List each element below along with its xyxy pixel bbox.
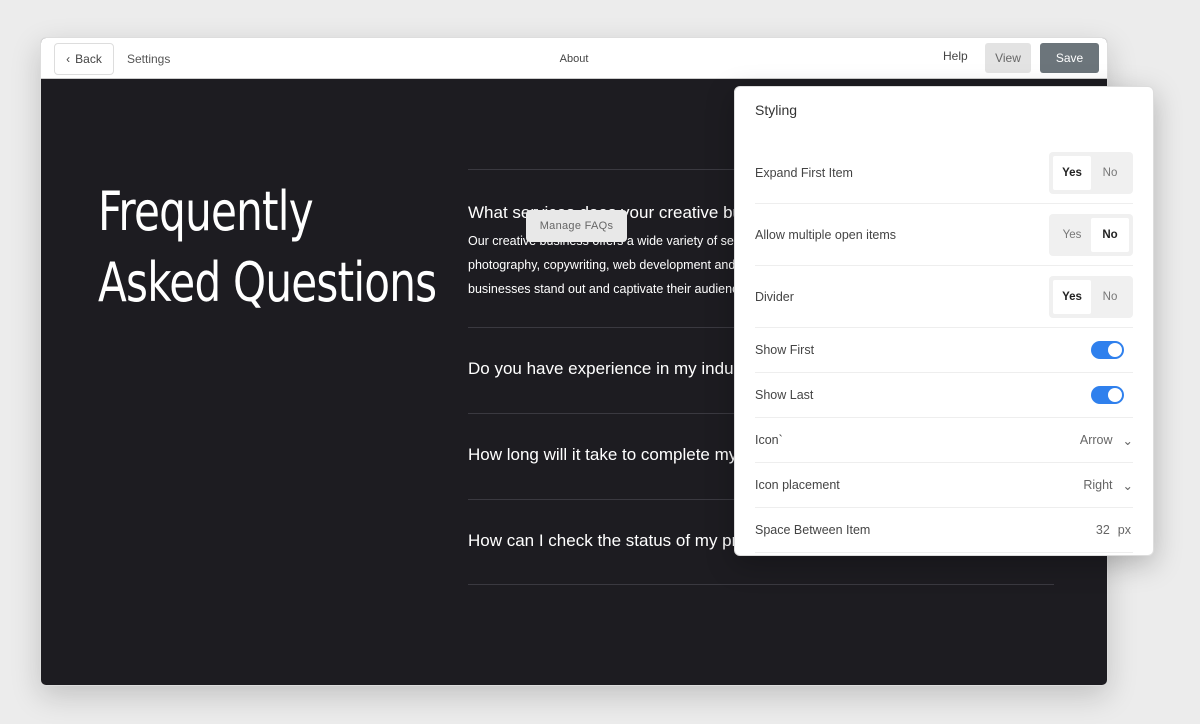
save-button[interactable]: Save [1040, 43, 1099, 73]
show-first-row: Show First [755, 328, 1133, 373]
allow-multiple-row: Allow multiple open items Yes No [755, 204, 1133, 266]
styling-panel: Styling Expand First Item Yes No Allow mu… [734, 86, 1154, 556]
faq-heading: Frequently Asked Questions [98, 176, 437, 318]
row-label: Show Last [755, 388, 814, 402]
yes-option[interactable]: Yes [1053, 155, 1091, 190]
space-value: 32 [1095, 523, 1110, 537]
divider-toggle: Yes No [1049, 275, 1133, 318]
row-label: Space Between Item [755, 523, 871, 537]
no-option[interactable]: No [1091, 280, 1129, 314]
icon-placement-select[interactable]: Right ⌄ [1083, 478, 1133, 493]
space-input[interactable]: 32 px [1096, 523, 1131, 537]
no-option[interactable]: No [1091, 156, 1129, 190]
yes-option[interactable]: Yes [1053, 218, 1091, 252]
expand-first-row: Expand First Item Yes No [755, 142, 1133, 204]
divider-row: Divider Yes No [755, 266, 1133, 328]
heading-line: Frequently [98, 180, 314, 243]
view-button[interactable]: View [985, 43, 1031, 73]
space-row: Space Between Item 32 px [755, 508, 1133, 553]
row-label: Divider [755, 289, 794, 304]
row-label: Show First [755, 343, 815, 357]
show-last-row: Show Last [755, 373, 1133, 418]
top-bar: ‹ Back Settings About Help View Save [41, 38, 1107, 79]
expand-first-toggle: Yes No [1049, 151, 1133, 194]
icon-row: Icon` Arrow ⌄ [755, 418, 1133, 463]
chevron-down-icon: ⌄ [1122, 478, 1133, 493]
select-value: Arrow [1079, 433, 1113, 447]
yes-option[interactable]: Yes [1053, 279, 1091, 314]
select-value: Right [1083, 478, 1113, 492]
panel-title: Styling [755, 102, 798, 118]
manage-faqs-button[interactable]: Manage FAQs [526, 210, 627, 242]
help-link[interactable]: Help [943, 49, 968, 63]
row-label: Icon placement [755, 478, 840, 492]
icon-select[interactable]: Arrow ⌄ [1080, 433, 1133, 448]
icon-placement-row: Icon placement Right ⌄ [755, 463, 1133, 508]
row-label: Expand First Item [755, 165, 853, 180]
row-label: Icon` [755, 433, 783, 447]
show-last-switch[interactable] [1091, 386, 1124, 404]
space-unit: px [1117, 523, 1131, 537]
chevron-down-icon: ⌄ [1122, 433, 1133, 448]
no-option[interactable]: No [1091, 217, 1129, 252]
allow-multiple-toggle: Yes No [1049, 213, 1133, 256]
row-label: Allow multiple open items [755, 227, 897, 242]
heading-line: Asked Questions [98, 251, 437, 314]
show-first-switch[interactable] [1091, 341, 1124, 359]
